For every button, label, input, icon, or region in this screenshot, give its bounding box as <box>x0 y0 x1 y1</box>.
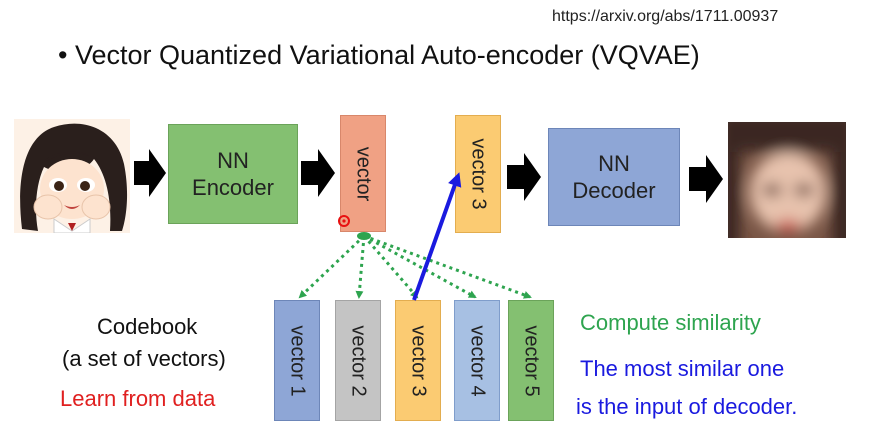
compute-similarity-label: Compute similarity <box>580 310 761 335</box>
selection-arrow <box>412 172 462 301</box>
learn-from-data-label: Learn from data <box>60 386 216 411</box>
similarity-arrow-1 <box>298 234 366 299</box>
similarity-origin-dot <box>357 232 371 240</box>
similarity-arrow-2 <box>355 235 366 299</box>
most-similar-label: The most similar one <box>580 356 785 381</box>
codebook-title: Codebook <box>97 314 198 339</box>
codebook-subtitle: (a set of vectors) <box>62 346 226 371</box>
decoder-input-label: is the input of decoder. <box>576 394 798 419</box>
similarity-arrow-5 <box>363 234 532 299</box>
